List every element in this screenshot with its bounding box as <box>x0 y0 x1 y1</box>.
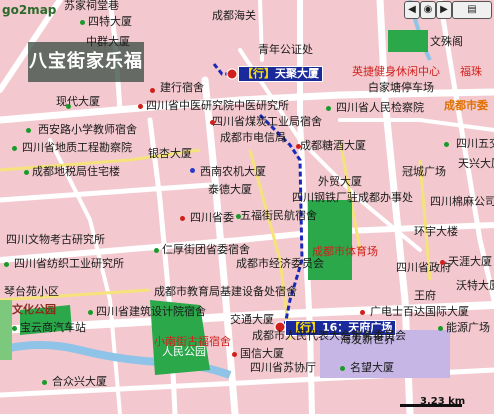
map-label: 天涯大厦 <box>448 255 492 268</box>
west-green <box>0 300 12 360</box>
marker-text: 天聚大厦 <box>275 67 319 80</box>
menu-button[interactable]: ▤ <box>452 1 492 19</box>
map-label: 英捷健身休闲中心 <box>352 65 440 78</box>
marker-prefix: 【行】 <box>242 67 275 80</box>
map-label: 琴台苑小区 <box>4 285 59 298</box>
map-label: 文化公园 <box>12 303 56 316</box>
poi-dot[interactable] <box>360 310 365 315</box>
poi-dot[interactable] <box>88 310 93 315</box>
sound-button[interactable]: ◉ <box>420 1 436 19</box>
poi-dot[interactable] <box>180 216 185 221</box>
map-label: 四川省苏协厅 <box>250 361 316 374</box>
map-label: 中群大厦 <box>86 35 130 48</box>
map-label: 宝云商汽车站 <box>20 321 86 334</box>
map-label: 环宇大楼 <box>414 225 458 238</box>
marker-label-1[interactable]: 【行】天聚大厦 <box>238 66 323 82</box>
map-label: 四川省中医研究院中医研究所 <box>146 99 289 112</box>
map-label: 青年公证处 <box>258 43 313 56</box>
map-label: 沃特大厦 <box>456 279 494 292</box>
poi-dot[interactable] <box>138 104 143 109</box>
poi-dot[interactable] <box>232 352 237 357</box>
poi-dot[interactable] <box>4 262 9 267</box>
map-label: 四特大厦 <box>88 15 132 28</box>
poi-dot[interactable] <box>438 326 443 331</box>
poi-dot[interactable] <box>42 380 47 385</box>
map-label: 能源广场 <box>446 321 490 334</box>
poi-dot[interactable] <box>340 366 345 371</box>
map-label: 四川省人民检察院 <box>336 101 424 114</box>
map-label: 福珠 <box>460 65 482 78</box>
map-label: 四川五交 <box>456 137 494 150</box>
poi-dot[interactable] <box>26 128 31 133</box>
poi-dot[interactable] <box>80 20 85 25</box>
map-label: 王府 <box>414 289 436 302</box>
poi-dot[interactable] <box>24 170 29 175</box>
next-button[interactable]: ▶ <box>436 1 452 19</box>
poi-dot[interactable] <box>236 214 241 219</box>
map-label: 四川钢铁厂驻成都办事处 <box>292 191 413 204</box>
map-label: 文殊阁 <box>430 35 463 48</box>
map-label: 广电士百达国际大厦 <box>370 305 469 318</box>
poi-dot[interactable] <box>326 106 331 111</box>
map-label: 成都市教育局基建设备处宿舍 <box>154 285 297 298</box>
map-view[interactable]: go2map 八宝街家乐福 ◀ ◉ ▶ ▤ 【行】天聚大厦 【行】16：天府广场… <box>0 0 494 414</box>
poi-dot[interactable] <box>296 144 301 149</box>
map-label: 苏家祠堂巷 <box>64 0 119 12</box>
poi-dot[interactable] <box>150 88 155 93</box>
map-label: 外贸大厦 <box>318 175 362 188</box>
map-label: 现代大厦 <box>56 95 100 108</box>
map-label: 白家塘停车场 <box>368 81 434 94</box>
poi-dot[interactable] <box>12 146 17 151</box>
poi-dot[interactable] <box>210 120 215 125</box>
map-label: 四川省委 <box>190 211 234 224</box>
map-label: 交通大厦 <box>230 313 274 326</box>
map-label: 四川省地质工程勘察院 <box>22 141 132 154</box>
map-label: 天兴大厦 <box>458 157 494 170</box>
map-label: 银杏大厦 <box>148 147 192 160</box>
poi-dot[interactable] <box>12 326 17 331</box>
map-label: 成都地税局住宅楼 <box>32 165 120 178</box>
map-label: 四川文物考古研究所 <box>6 233 105 246</box>
map-label: 国信大厦 <box>240 347 284 360</box>
watermark-banner: 八宝街家乐福 <box>28 42 144 82</box>
map-label: 四川省纺织工业研究所 <box>14 257 124 270</box>
poi-dot[interactable] <box>444 142 449 147</box>
marker-pin-1[interactable] <box>226 68 238 80</box>
map-label: 建行宿舍 <box>160 81 204 94</box>
prev-button[interactable]: ◀ <box>404 1 420 19</box>
map-label: 名望大厦 <box>350 361 394 374</box>
poi-dot[interactable] <box>190 168 195 173</box>
map-label: 四川省煤炭工业局宿舍 <box>212 115 322 128</box>
map-label: 四川省建筑设计院宿舍 <box>96 305 206 318</box>
map-label: 仁厚街团省委宿舍 <box>162 243 250 256</box>
map-label: 成都糖酒大厦 <box>300 139 366 152</box>
wenshuyuan-park <box>388 30 428 52</box>
map-label: 冠城广场 <box>402 165 446 178</box>
map-logo: go2map <box>2 3 57 17</box>
poi-dot[interactable] <box>66 104 71 109</box>
map-label: 成都市经济委员会 <box>236 257 324 270</box>
map-label: 成都市电信局 <box>220 131 286 144</box>
scale-label: 3.23 km <box>420 396 466 407</box>
map-label: 四川棉麻公司 <box>430 195 494 208</box>
map-label: 成都市委 <box>444 99 488 112</box>
map-label: 西南农机大厦 <box>200 165 266 178</box>
map-label: 人民公园 <box>162 345 206 358</box>
map-label: 合众兴大厦 <box>52 375 107 388</box>
map-label: 五福街民航宿舍 <box>240 209 317 222</box>
poi-dot[interactable] <box>440 260 445 265</box>
map-label: 泰德大厦 <box>208 183 252 196</box>
poi-dot[interactable] <box>154 248 159 253</box>
map-label: 成都海关 <box>212 9 256 22</box>
map-label: 海发新世界 <box>340 333 395 346</box>
map-label: 西安路小学教师宿舍 <box>38 123 137 136</box>
